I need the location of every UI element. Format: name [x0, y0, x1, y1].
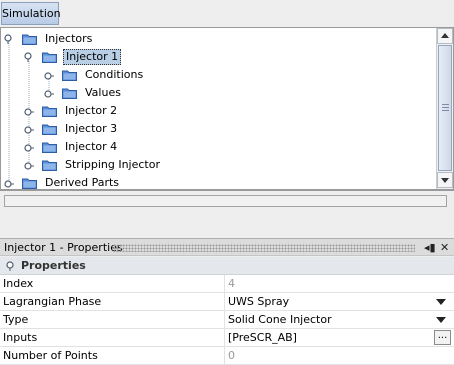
tree-item-conditions[interactable]: Conditions	[1, 66, 435, 84]
column-divider	[224, 293, 225, 311]
collapsed-node-icon[interactable]	[24, 107, 34, 117]
tree-item-label: Injector 2	[65, 104, 118, 117]
tree-item-label: Injector 1	[63, 49, 122, 65]
close-icon[interactable]: ✕	[440, 241, 449, 255]
folder-icon	[42, 52, 57, 63]
folder-icon	[42, 106, 57, 117]
collapsed-node-icon[interactable]	[4, 179, 14, 189]
column-divider	[224, 347, 225, 365]
toolbar: Simulation	[0, 0, 454, 27]
folder-icon	[42, 160, 57, 171]
grip-line	[442, 107, 449, 108]
expanded-node-icon[interactable]	[4, 34, 14, 44]
property-name: Number of Points	[3, 349, 98, 362]
chevron-down-icon[interactable]	[436, 299, 446, 305]
collapsed-node-icon[interactable]	[44, 89, 54, 99]
properties-panel-header: Injector 1 - Properties ◂▮ ✕	[0, 238, 454, 256]
expanded-node-icon[interactable]	[6, 261, 16, 271]
scroll-down-button[interactable]	[437, 172, 453, 188]
horizontal-scroll-track[interactable]	[4, 195, 447, 207]
tree-vertical-scrollbar[interactable]	[436, 28, 453, 189]
lagrangian-phase-dropdown[interactable]: UWS Spray	[228, 295, 289, 309]
tree-item-values[interactable]: Values	[1, 84, 435, 102]
folder-icon	[22, 34, 37, 45]
arrow-up-icon	[441, 33, 449, 38]
collapsed-node-icon[interactable]	[44, 71, 54, 81]
property-row-inputs[interactable]: Inputs [PreSCR_AB] ...	[0, 329, 454, 347]
tree-item-injector-2[interactable]: Injector 2	[1, 102, 435, 120]
collapsed-node-icon[interactable]	[24, 161, 34, 171]
grip-line	[442, 110, 449, 111]
drag-handle-dots[interactable]	[113, 244, 415, 252]
tree-item-stripping-injector[interactable]: Stripping Injector	[1, 156, 435, 174]
tree-item-label: Values	[85, 86, 121, 99]
inputs-ellipsis-button[interactable]: ...	[434, 330, 451, 345]
expanded-node-icon[interactable]	[24, 52, 34, 62]
type-dropdown[interactable]: Solid Cone Injector	[228, 313, 332, 327]
properties-panel-title: Injector 1 - Properties	[4, 241, 123, 254]
column-divider	[224, 275, 225, 293]
property-name: Type	[3, 313, 29, 326]
property-row-number-of-points: Number of Points 0	[0, 347, 454, 365]
tree-item-label: Injector 3	[65, 122, 118, 135]
tree-item-label: Injectors	[45, 32, 93, 45]
property-row-type[interactable]: Type Solid Cone Injector	[0, 311, 454, 329]
property-name: Inputs	[3, 331, 38, 344]
tree-item-label: Derived Parts	[45, 176, 120, 189]
collapsed-node-icon[interactable]	[24, 143, 34, 153]
grip-line	[442, 104, 449, 105]
property-value: 4	[228, 277, 235, 290]
tree-item-injectors[interactable]: Injectors	[1, 30, 435, 48]
scroll-thumb[interactable]	[438, 45, 452, 171]
arrow-down-icon	[441, 178, 449, 183]
folder-icon	[22, 178, 37, 189]
folder-icon	[62, 88, 77, 99]
property-name: Index	[3, 277, 34, 290]
tree-item-label: Stripping Injector	[65, 158, 160, 171]
inputs-value[interactable]: [PreSCR_AB]	[228, 331, 297, 345]
column-divider	[224, 311, 225, 329]
tree-item-injector-4[interactable]: Injector 4	[1, 138, 435, 156]
chevron-down-icon[interactable]	[436, 317, 446, 323]
folder-icon	[42, 142, 57, 153]
tree-bottom-bar	[0, 190, 454, 212]
folder-icon	[62, 70, 77, 81]
property-row-lagrangian-phase[interactable]: Lagrangian Phase UWS Spray	[0, 293, 454, 311]
simulation-tree: Injectors Injector 1 Conditions Values I…	[0, 27, 454, 190]
tree-item-label: Conditions	[85, 68, 144, 81]
properties-section-header[interactable]: Properties	[0, 257, 454, 275]
tree-item-label: Injector 4	[65, 140, 118, 153]
property-row-index: Index 4	[0, 275, 454, 293]
collapsed-node-icon[interactable]	[24, 125, 34, 135]
column-divider	[224, 329, 225, 347]
property-value: 0	[228, 349, 235, 362]
section-label: Properties	[21, 259, 86, 272]
tree-item-injector-1[interactable]: Injector 1	[1, 48, 435, 66]
property-name: Lagrangian Phase	[3, 295, 102, 308]
simulation-tab[interactable]: Simulation	[1, 2, 61, 25]
folder-icon	[42, 124, 57, 135]
minimize-panel-icon[interactable]: ◂▮	[424, 241, 436, 255]
tree-item-injector-3[interactable]: Injector 3	[1, 120, 435, 138]
scroll-up-button[interactable]	[437, 28, 453, 44]
